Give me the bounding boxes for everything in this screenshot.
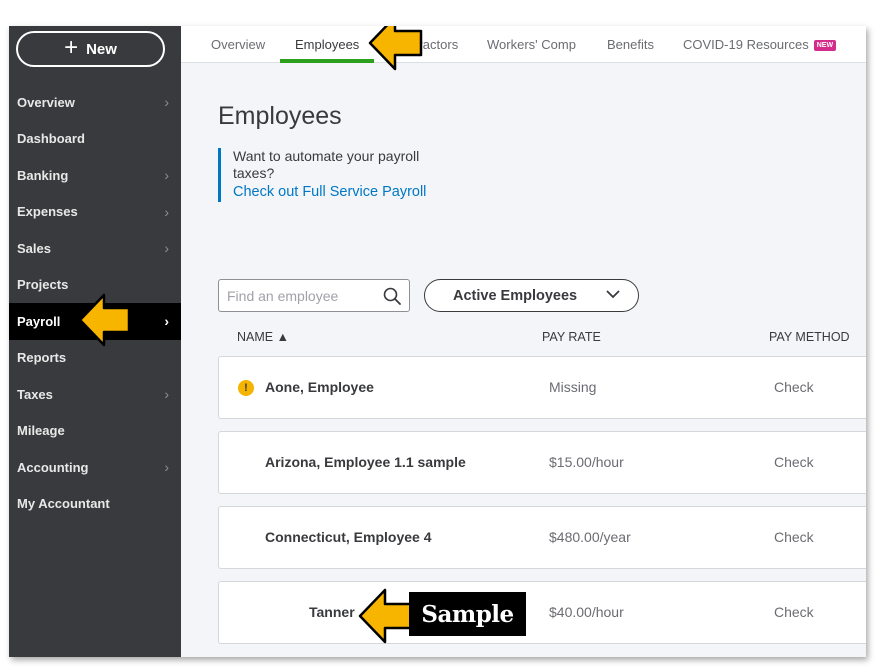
employee-name[interactable]: Aone, Employee <box>265 379 374 395</box>
dropdown-selected-value: Active Employees <box>453 287 578 304</box>
promo-callout: Want to automate your payroll taxes? Che… <box>218 148 458 202</box>
employee-name[interactable]: Arizona, Employee 1.1 sample <box>265 454 466 470</box>
pay-rate: Missing <box>549 379 597 395</box>
warning-icon: ! <box>238 380 254 396</box>
employee-search <box>218 279 410 312</box>
chevron-right-icon: › <box>164 203 169 220</box>
sidebar-item-dashboard[interactable]: Dashboard <box>9 121 181 158</box>
tab-workers-comp[interactable]: Workers' Comp <box>487 37 576 52</box>
pay-rate: $40.00/hour <box>549 604 624 620</box>
sample-label: Sample <box>409 592 526 636</box>
pay-rate: $15.00/hour <box>549 454 624 470</box>
table-row[interactable]: Arizona, Employee 1.1 sample $15.00/hour… <box>218 431 866 494</box>
column-header-name[interactable]: NAME ▲ <box>237 330 289 344</box>
table-row[interactable]: Connecticut, Employee 4 $480.00/year Che… <box>218 506 866 569</box>
annotation-arrow-icon <box>368 26 423 71</box>
chevron-right-icon: › <box>164 313 169 330</box>
chevron-right-icon: › <box>164 167 169 184</box>
sidebar-item-expenses[interactable]: Expenses › <box>9 194 181 231</box>
sidebar-item-banking[interactable]: Banking › <box>9 157 181 194</box>
sidebar-item-overview[interactable]: Overview › <box>9 84 181 121</box>
pay-method: Check <box>774 379 814 395</box>
search-input[interactable] <box>227 280 377 311</box>
search-icon[interactable] <box>383 287 401 305</box>
app-window: + New Overview › Dashboard Banking › Expen… <box>9 26 866 657</box>
sidebar-item-mileage[interactable]: Mileage <box>9 413 181 450</box>
tab-overview[interactable]: Overview <box>211 37 265 52</box>
payroll-tabs: Overview Employees Contractors Workers' … <box>181 26 866 63</box>
tab-covid-resources[interactable]: COVID-19 Resources NEW <box>683 37 837 52</box>
tab-employees[interactable]: Employees <box>295 37 359 52</box>
page-title: Employees <box>218 102 342 130</box>
sidebar-item-my-accountant[interactable]: My Accountant <box>9 486 181 523</box>
employee-name[interactable]: Connecticut, Employee 4 <box>265 529 431 545</box>
chevron-right-icon: › <box>164 386 169 403</box>
plus-icon: + <box>64 34 79 61</box>
annotation-arrow-icon <box>78 293 131 347</box>
chevron-right-icon: › <box>164 94 169 111</box>
annotation-arrow-icon <box>358 588 413 644</box>
active-tab-indicator <box>280 59 374 63</box>
table-row[interactable]: ! Aone, Employee Missing Check <box>218 356 866 419</box>
pay-method: Check <box>774 604 814 620</box>
pay-rate: $480.00/year <box>549 529 631 545</box>
column-header-pay-rate[interactable]: PAY RATE <box>542 330 601 344</box>
promo-text: Want to automate your payroll taxes? <box>233 148 420 181</box>
table-row[interactable]: Tanner $40.00/hour Check <box>218 581 866 644</box>
column-header-pay-method[interactable]: PAY METHOD <box>769 330 850 344</box>
pay-method: Check <box>774 454 814 470</box>
sidebar-item-taxes[interactable]: Taxes › <box>9 376 181 413</box>
employee-name[interactable]: Tanner <box>309 604 355 620</box>
new-button-label: New <box>86 40 117 58</box>
sidebar-item-accounting[interactable]: Accounting › <box>9 449 181 486</box>
tab-benefits[interactable]: Benefits <box>607 37 654 52</box>
sidebar-item-sales[interactable]: Sales › <box>9 230 181 267</box>
new-badge: NEW <box>813 40 837 52</box>
chevron-down-icon <box>606 290 620 299</box>
employee-status-dropdown[interactable]: Active Employees <box>424 279 639 312</box>
chevron-right-icon: › <box>164 240 169 257</box>
chevron-right-icon: › <box>164 459 169 476</box>
full-service-payroll-link[interactable]: Check out Full Service Payroll <box>233 182 458 202</box>
new-button[interactable]: + New <box>16 31 165 67</box>
pay-method: Check <box>774 529 814 545</box>
